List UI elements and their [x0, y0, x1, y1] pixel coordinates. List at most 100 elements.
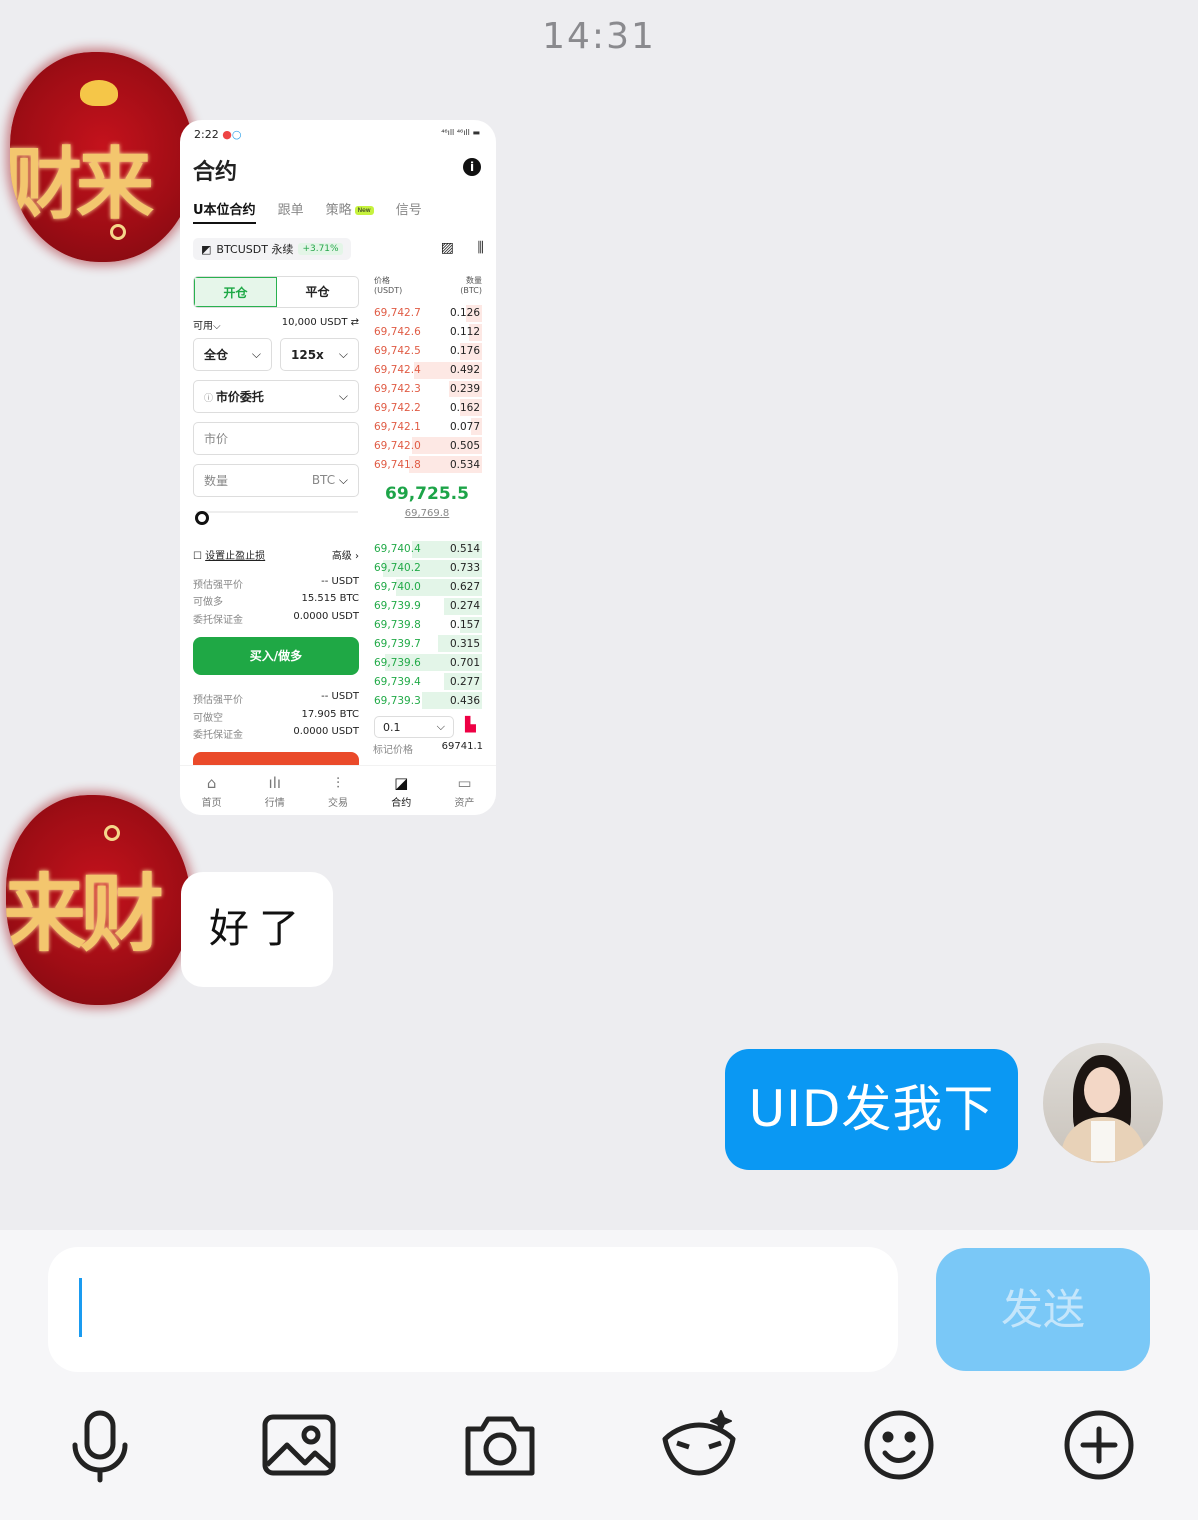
- shot-bottom-nav: ⌂ 首页 ılı 行情 ⫶ 交易 ◪ 合约 ▭ 资产: [180, 765, 496, 815]
- ob-price-header: 价格 (USDT): [374, 276, 403, 295]
- order-qty: 0.627: [449, 581, 480, 594]
- order-price: 69,742.4: [374, 364, 421, 377]
- message-input[interactable]: [48, 1247, 898, 1372]
- order-qty: 0.239: [449, 383, 480, 395]
- status-time: 14:31: [542, 16, 656, 57]
- shot-status-time: 2:22 ●○: [194, 128, 242, 141]
- order-qty: 0.315: [449, 637, 480, 650]
- send-button[interactable]: 发送: [936, 1248, 1150, 1371]
- order-price: 69,739.6: [374, 656, 421, 669]
- quantity-field: 数量 BTC ⌵: [193, 464, 359, 497]
- orderbook-row: 69,741.8 0.534: [372, 455, 482, 474]
- orderbook-row: 69,739.6 0.701: [372, 653, 482, 672]
- shot-title: 合约: [193, 160, 238, 185]
- candles-icon: ⫶: [336, 774, 340, 792]
- order-qty: 0.157: [449, 619, 480, 631]
- order-price: 69,742.5: [374, 345, 421, 358]
- order-price: 69,742.7: [374, 307, 421, 320]
- chart-icon: ▨: [440, 240, 454, 256]
- order-price: 69,740.0: [374, 581, 421, 594]
- received-message[interactable]: 好了: [181, 872, 333, 987]
- orderbook-asks: 69,742.7 0.126 69,742.6 0.112 69,742.5 0.176 6…: [372, 304, 482, 474]
- order-qty: 0.126: [449, 307, 480, 320]
- face-mask-icon[interactable]: [659, 1405, 739, 1485]
- order-qty: 0.112: [449, 326, 480, 339]
- avatar-calligraphy: 财来: [10, 139, 154, 230]
- orderbook-row: 69,742.2 0.162: [372, 398, 482, 417]
- depth-select: 0.1 ⌵: [374, 716, 454, 738]
- order-type-select: ⓘ 市价委托 ⌵: [193, 380, 359, 413]
- order-price: 69,741.8: [374, 458, 421, 471]
- order-price: 69,739.8: [374, 619, 421, 631]
- orderbook-row: 69,739.9 0.274: [372, 597, 482, 616]
- order-price: 69,742.1: [374, 420, 421, 433]
- margin-mode-value: 全仓: [204, 348, 229, 362]
- orderbook-row: 69,740.4 0.514: [372, 540, 482, 559]
- orderbook-row: 69,742.1 0.077: [372, 417, 482, 436]
- tab-signal: 信号: [395, 203, 422, 218]
- nav-futures: ◪ 合约: [370, 766, 433, 815]
- contact-avatar[interactable]: 来财: [6, 795, 191, 1005]
- order-qty: 0.436: [449, 694, 480, 707]
- nav-home: ⌂ 首页: [180, 766, 243, 815]
- chevron-down-icon: ⌵: [338, 389, 348, 403]
- order-price: 69,740.2: [374, 562, 421, 575]
- short-stat-row: 可做空 17.905 BTC: [193, 709, 359, 724]
- open-close-toggle: 开仓 平仓: [193, 276, 359, 308]
- tab-strategy: 策略 New: [326, 199, 374, 224]
- my-avatar[interactable]: [1043, 1043, 1163, 1163]
- text-caret: [79, 1278, 82, 1337]
- contact-avatar[interactable]: 财来: [10, 52, 195, 262]
- camera-icon[interactable]: [460, 1405, 540, 1485]
- leverage-value: 125x: [291, 347, 324, 362]
- order-qty: 0.077: [449, 420, 480, 433]
- plus-circle-icon[interactable]: [1059, 1405, 1139, 1485]
- last-price-value: 69,725.5: [385, 484, 469, 504]
- ob-qty-header: 数量 (BTC): [460, 276, 482, 295]
- orderbook-row: 69,739.4 0.277: [372, 672, 482, 691]
- long-stat-row: 可做多 15.515 BTC: [193, 593, 359, 608]
- coin-icon: [104, 825, 120, 841]
- pair-selector: ◩ BTCUSDT 永续 +3.71%: [193, 238, 351, 260]
- order-qty: 0.534: [449, 458, 480, 471]
- order-qty: 0.162: [449, 401, 480, 414]
- order-price: 69,742.3: [374, 383, 421, 395]
- microphone-icon[interactable]: [60, 1405, 140, 1485]
- buy-long-button: 买入/做多: [193, 637, 359, 675]
- order-type-label: ⓘ 市价委托: [204, 390, 264, 404]
- tpsl-checkbox: ☐ 设置止盈止损: [193, 551, 266, 562]
- order-price: 69,740.4: [374, 543, 421, 556]
- long-stat-row: 委托保证金 0.0000 USDT: [193, 611, 359, 626]
- orderbook-row: 69,742.7 0.126: [372, 304, 482, 323]
- available-value: 10,000 USDT ⇄: [281, 317, 359, 328]
- nav-trade: ⫶ 交易: [306, 766, 369, 815]
- sent-message[interactable]: UID发我下: [725, 1049, 1018, 1170]
- order-price: 69,739.3: [374, 694, 421, 707]
- orderbook-row: 69,739.7 0.315: [372, 634, 482, 653]
- image-icon[interactable]: [259, 1405, 339, 1485]
- open-tab: 开仓: [194, 277, 277, 307]
- tab-usdt-futures: U本位合约: [193, 199, 256, 224]
- order-qty: 0.492: [449, 364, 480, 377]
- info-icon: i: [463, 158, 481, 176]
- order-qty: 0.733: [449, 562, 480, 575]
- orderbook-layout-icon: ▙: [465, 717, 476, 733]
- image-message[interactable]: 2:22 ●○ ⁴⁶ıll ⁴⁶ıll ▬ 合约 i U本位合约 跟单 策略 Ne…: [180, 120, 496, 815]
- mark-price-sub: 69,769.8: [404, 508, 450, 519]
- orderbook-row: 69,742.6 0.112: [372, 323, 482, 342]
- leverage-select: 125x ⌵: [280, 338, 359, 371]
- close-tab: 平仓: [305, 285, 330, 299]
- order-qty: 0.505: [449, 439, 480, 452]
- emoji-icon[interactable]: [859, 1405, 939, 1485]
- order-qty: 0.277: [449, 675, 480, 688]
- orderbook-row: 69,740.0 0.627: [372, 578, 482, 597]
- orderbook-header: 价格 (USDT) 数量 (BTC): [374, 275, 482, 295]
- nav-assets: ▭ 资产: [433, 766, 496, 815]
- quantity-placeholder: 数量: [204, 474, 229, 488]
- short-stat-row: 预估强平价 -- USDT: [193, 691, 359, 706]
- orderbook-row: 69,742.0 0.505: [372, 436, 482, 455]
- avatar-calligraphy: 来财: [6, 864, 164, 963]
- slider-knob: [195, 511, 209, 525]
- pair-name: BTCUSDT 永续: [216, 243, 294, 256]
- available-row: 可用⌵ 10,000 USDT ⇄: [193, 317, 359, 332]
